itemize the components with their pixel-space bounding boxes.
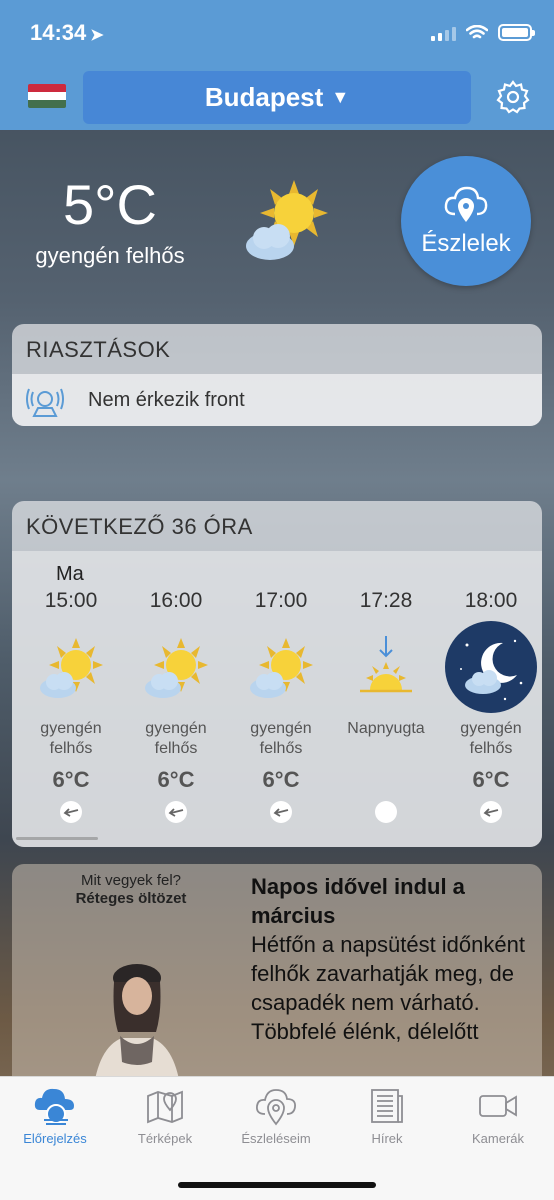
partly-cloudy-icon [246,180,328,260]
partly-cloudy-icon [19,619,123,715]
current-temperature: 5°C [63,173,157,236]
forecast-title: KÖVETKEZŐ 36 ÓRA [26,514,253,539]
city-name: Budapest [204,82,324,112]
tab-maps-label: Térképek [137,1131,193,1146]
tab-cameras-label: Kamerák [471,1131,525,1146]
hour-time: 15:00 [44,589,98,612]
status-icons [431,24,535,41]
wifi-icon [466,24,488,38]
tab-observations-label: Észleléseim [241,1131,311,1146]
partly-cloudy-night-icon [439,619,542,715]
current-description: gyengén felhős [35,243,185,268]
day-label: Ma [56,563,84,585]
alerts-card: RIASZTÁSOK Nem érkezik front [12,324,542,426]
tab-observations[interactable]: Észleléseim [221,1081,331,1146]
forecast-hour[interactable]: 17:00 gyengén felhős 6°C [229,589,333,823]
outfit-answer: Réteges öltözet [75,890,187,907]
news-headline[interactable]: Napos idővel indul a március [251,872,541,930]
horizontal-scrollbar[interactable] [16,837,98,840]
cloud-location-icon [444,186,488,222]
hour-time: 17:28 [359,589,413,612]
tab-forecast-label: Előrejelzés [23,1131,87,1146]
location-arrow-icon: ➤ [90,27,104,44]
hungary-flag-icon[interactable] [28,84,66,108]
hour-temperature: 6°C [157,767,195,792]
sunset-icon [334,619,438,715]
tab-news-label: Hírek [371,1131,403,1146]
wind-direction-icon [165,801,187,823]
forecast-hour[interactable]: 15:00 gyengén felhős 6°C [19,589,123,823]
hour-temperature: 6°C [262,767,300,792]
tab-forecast[interactable]: Előrejelzés [0,1081,110,1146]
tab-maps[interactable]: Térképek [110,1081,220,1146]
hour-description: gyengén felhős [40,720,102,757]
hour-description: gyengén felhős [145,720,207,757]
settings-gear-icon[interactable] [496,80,530,114]
alert-message: Nem érkezik front [88,388,245,411]
alert-row[interactable]: Nem érkezik front [12,374,542,426]
partly-cloudy-icon [229,619,333,715]
status-time: 14:34 ➤ [30,20,104,46]
alarm-bell-icon [26,388,64,417]
hour-temperature: 6°C [472,767,510,792]
hour-time: 16:00 [149,589,203,612]
status-clock: 14:34 [30,20,87,45]
alerts-title: RIASZTÁSOK [26,337,171,362]
tab-cameras[interactable]: Kamerák [443,1081,553,1146]
wind-direction-icon [60,801,82,823]
hour-temperature: 6°C [52,767,90,792]
news-summary: Hétfőn a napsütést időnként felhők zavar… [251,932,525,1044]
hour-temperature [334,767,438,793]
forecast-hour-sunset[interactable]: 17:28 Napnyugta [334,589,438,823]
header-bar: 14:34 ➤ Budapest ▼ [0,0,554,130]
forecast-36h-card: KÖVETKEZŐ 36 ÓRA Ma 15:00 gyengén felhős … [12,501,542,847]
battery-icon [498,24,535,41]
calm-wind-icon [375,801,397,823]
bottom-tab-bar: Előrejelzés Térképek Észleléseim Hírek K… [0,1076,554,1200]
wind-direction-icon [480,801,502,823]
forecast-hours-scroll[interactable]: Ma 15:00 gyengén felhős 6°C 16:00 gyengé… [12,551,542,847]
cloud-location-icon [221,1081,331,1131]
person-illustration [92,964,182,1094]
city-selector[interactable]: Budapest ▼ [83,71,471,124]
forecast-hour[interactable]: 16:00 gyengén felhős 6°C [124,589,228,823]
wind-direction-icon [270,801,292,823]
caret-down-icon: ▼ [331,87,350,107]
outfit-question: Mit vegyek fel? [80,872,182,889]
observe-button[interactable]: Észlelek [401,156,531,286]
observe-label: Észlelek [421,230,511,257]
forecast-hour[interactable]: 18:00 gyengén felhős 6°C [439,589,542,823]
home-indicator[interactable] [178,1182,376,1188]
newspaper-icon [332,1081,442,1131]
hour-description: Napnyugta [347,720,425,737]
partly-cloudy-icon [124,619,228,715]
tab-news[interactable]: Hírek [332,1081,442,1146]
hour-time: 18:00 [464,589,518,612]
cellular-signal-icon [431,25,456,41]
hour-description: gyengén felhős [460,720,522,757]
map-icon [110,1081,220,1131]
video-camera-icon [443,1081,553,1131]
hour-description: gyengén felhős [250,720,312,757]
forecast-cloud-sun-icon [0,1081,110,1131]
news-card[interactable]: Mit vegyek fel? Réteges öltözet Napos id… [12,864,542,1094]
hour-time: 17:00 [254,589,308,612]
